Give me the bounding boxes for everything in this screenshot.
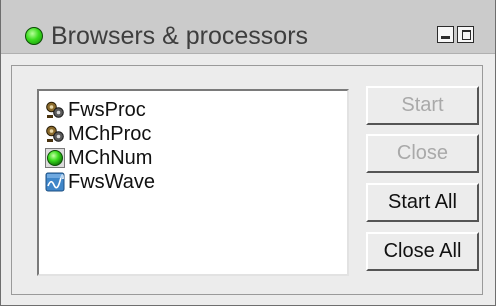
green-status-icon: [25, 27, 43, 45]
close-all-button[interactable]: Close All: [366, 232, 479, 271]
list-item-label: MChNum: [68, 146, 153, 169]
close-button[interactable]: Close: [366, 134, 479, 173]
processor-gears-icon: [46, 101, 64, 118]
browsers-processors-window: Browsers & processors FwsProc MChProc MC…: [0, 0, 496, 306]
list-item-fwsproc[interactable]: FwsProc: [39, 98, 347, 122]
start-all-button[interactable]: Start All: [366, 183, 479, 222]
list-item-mchproc[interactable]: MChProc: [39, 122, 347, 146]
list-item-fwswave[interactable]: FwsWave: [39, 170, 347, 194]
process-list[interactable]: FwsProc MChProc MChNum FwsWave: [37, 89, 349, 276]
list-item-label: FwsProc: [68, 98, 146, 121]
window-title: Browsers & processors: [51, 22, 309, 50]
list-item-label: FwsWave: [68, 170, 156, 193]
minimize-icon[interactable]: [437, 26, 454, 43]
restore-icon[interactable]: [457, 26, 474, 43]
wave-browser-icon: [45, 172, 65, 192]
processor-gears-icon: [46, 125, 64, 142]
list-item-label: MChProc: [68, 122, 152, 145]
green-status-icon: [45, 148, 65, 168]
title-bar[interactable]: Browsers & processors: [1, 0, 495, 54]
list-item-mchnum[interactable]: MChNum: [39, 146, 347, 170]
content-panel: FwsProc MChProc MChNum FwsWave Start Clo…: [11, 65, 483, 295]
start-button[interactable]: Start: [366, 86, 479, 125]
